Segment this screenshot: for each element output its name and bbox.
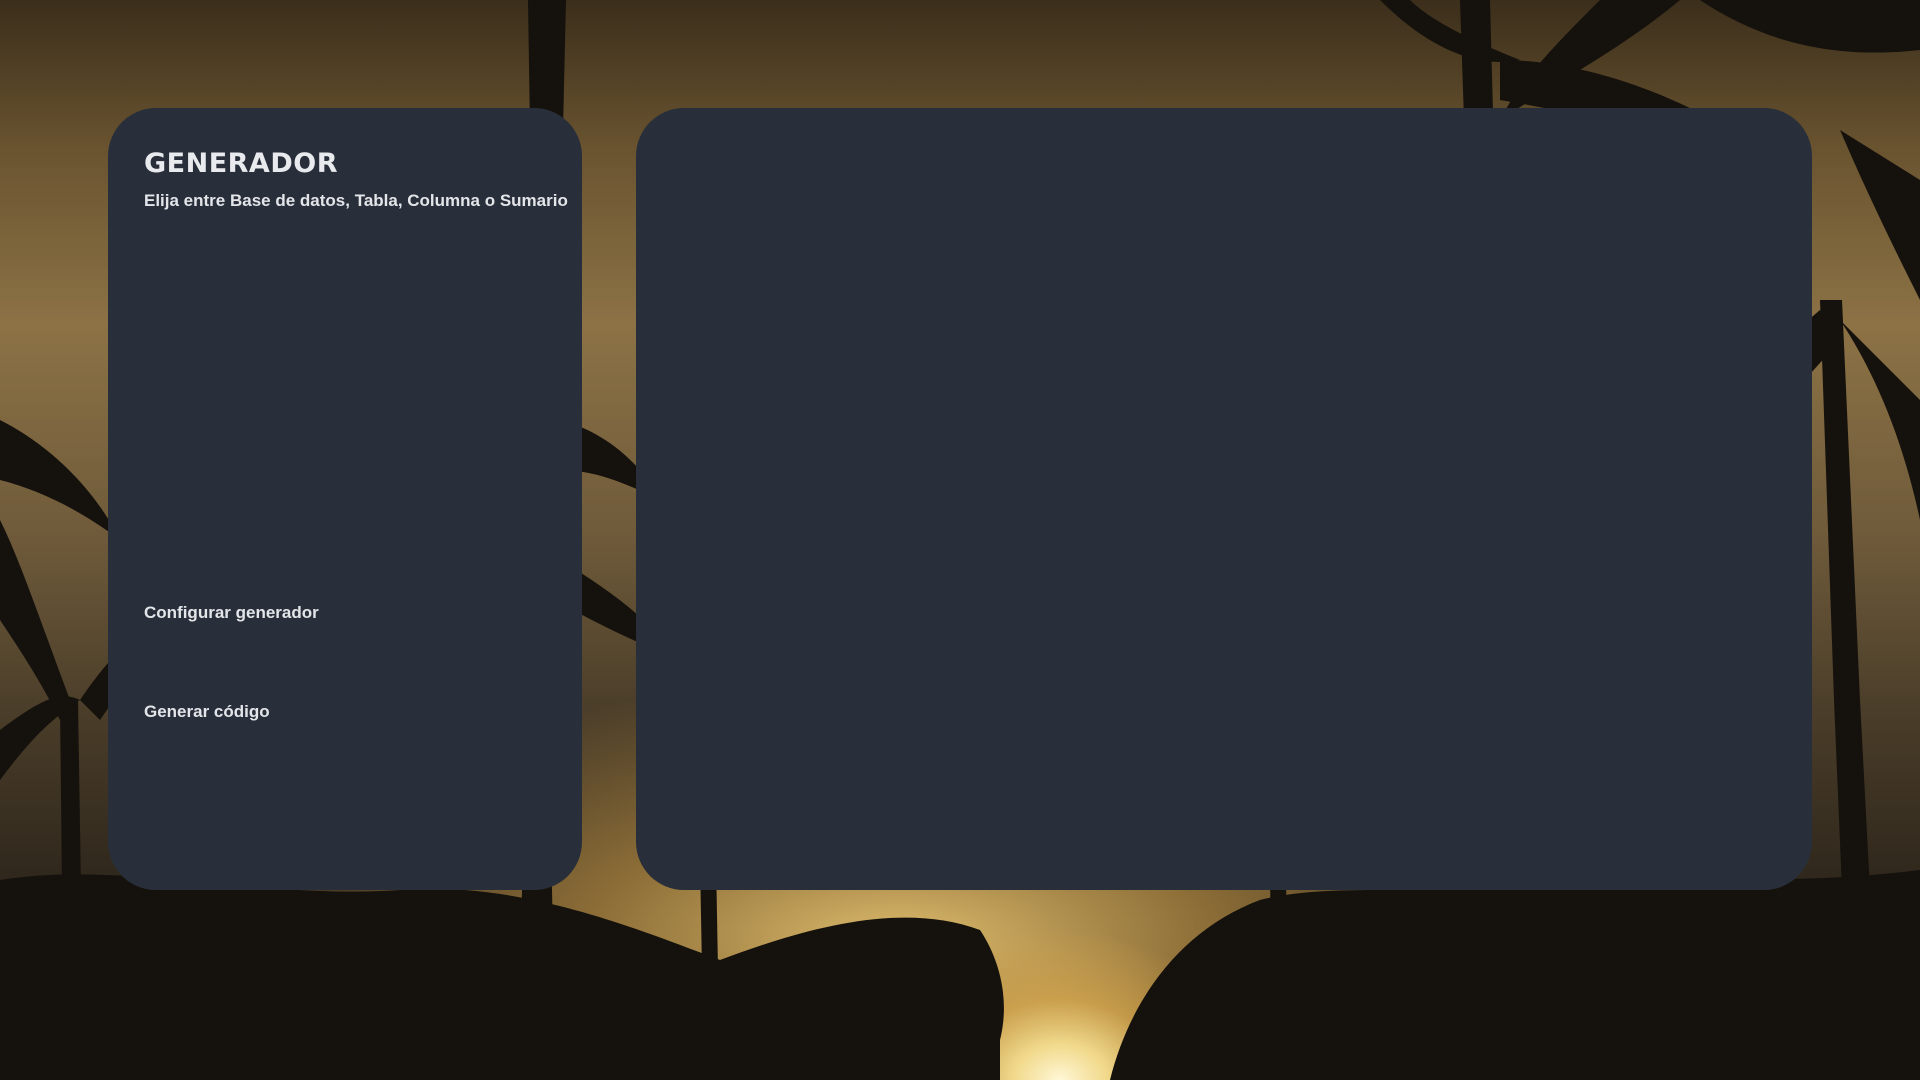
generate-code-button[interactable]: Generar código [144,702,270,722]
generator-panel: GENERADOR Elija entre Base de datos, Tab… [108,108,582,890]
generator-subtitle: Elija entre Base de datos, Tabla, Column… [144,191,568,210]
output-panel [636,108,1812,890]
configure-generator-button[interactable]: Configurar generador [144,603,319,623]
generator-title: GENERADOR [144,148,338,179]
